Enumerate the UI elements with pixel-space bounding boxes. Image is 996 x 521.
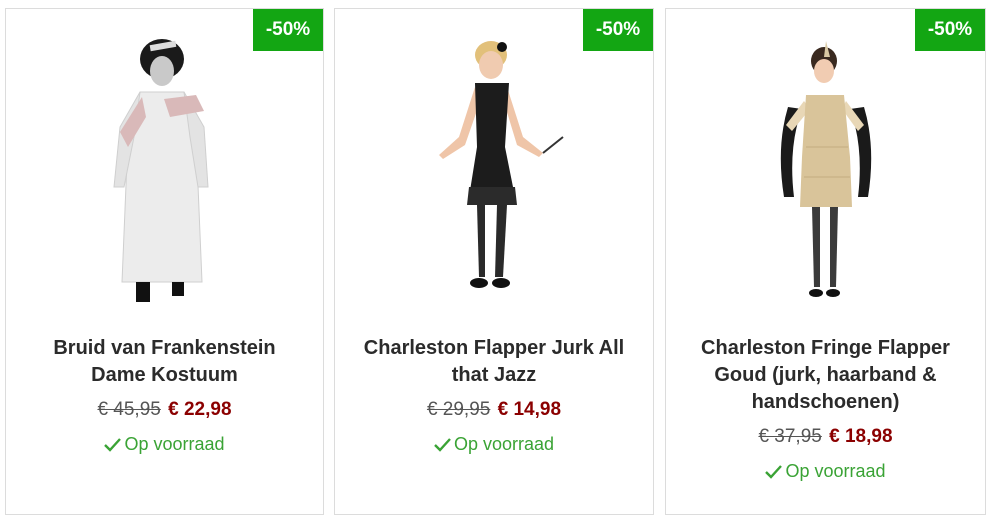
product-title[interactable]: Charleston Flapper Jurk All that Jazz [353, 335, 635, 389]
black-flapper-dress-image [439, 41, 564, 288]
check-icon [104, 438, 122, 452]
price-block: € 29,95 € 14,98 [335, 399, 653, 421]
price-block: € 45,95 € 22,98 [6, 399, 323, 421]
product-card[interactable]: -50% Bruid van Frankenstein Dame Kostuum… [5, 8, 324, 515]
check-icon [434, 438, 451, 452]
product-title[interactable]: Charleston Fringe Flapper Goud (jurk, ha… [684, 335, 967, 416]
stock-status: Op voorraad [6, 434, 323, 455]
old-price: € 37,95 [758, 426, 822, 447]
product-title[interactable]: Bruid van Frankenstein Dame Kostuum [24, 335, 305, 389]
sale-price: € 18,98 [829, 426, 893, 447]
sale-price: € 22,98 [168, 399, 232, 420]
product-card[interactable]: -50% Charleston Fringe Flapper Goud (jur… [665, 8, 986, 515]
gold-flapper-dress-image [780, 41, 871, 297]
price-block: € 37,95 € 18,98 [666, 426, 985, 448]
stock-label: Op voorraad [124, 434, 225, 454]
bride-costume-image [112, 39, 209, 302]
product-image[interactable] [335, 37, 653, 307]
sale-price: € 14,98 [497, 399, 562, 420]
product-card[interactable]: -50% Charleston Flapper Jurk All that Ja… [334, 8, 654, 515]
stock-status: Op voorraad [335, 434, 653, 455]
old-price: € 29,95 [426, 399, 491, 420]
stock-label: Op voorraad [785, 461, 886, 481]
product-image[interactable] [666, 37, 985, 307]
old-price: € 45,95 [97, 399, 161, 420]
stock-status: Op voorraad [666, 461, 985, 482]
product-image[interactable] [6, 37, 323, 307]
stock-label: Op voorraad [453, 434, 555, 454]
check-icon [765, 465, 783, 479]
